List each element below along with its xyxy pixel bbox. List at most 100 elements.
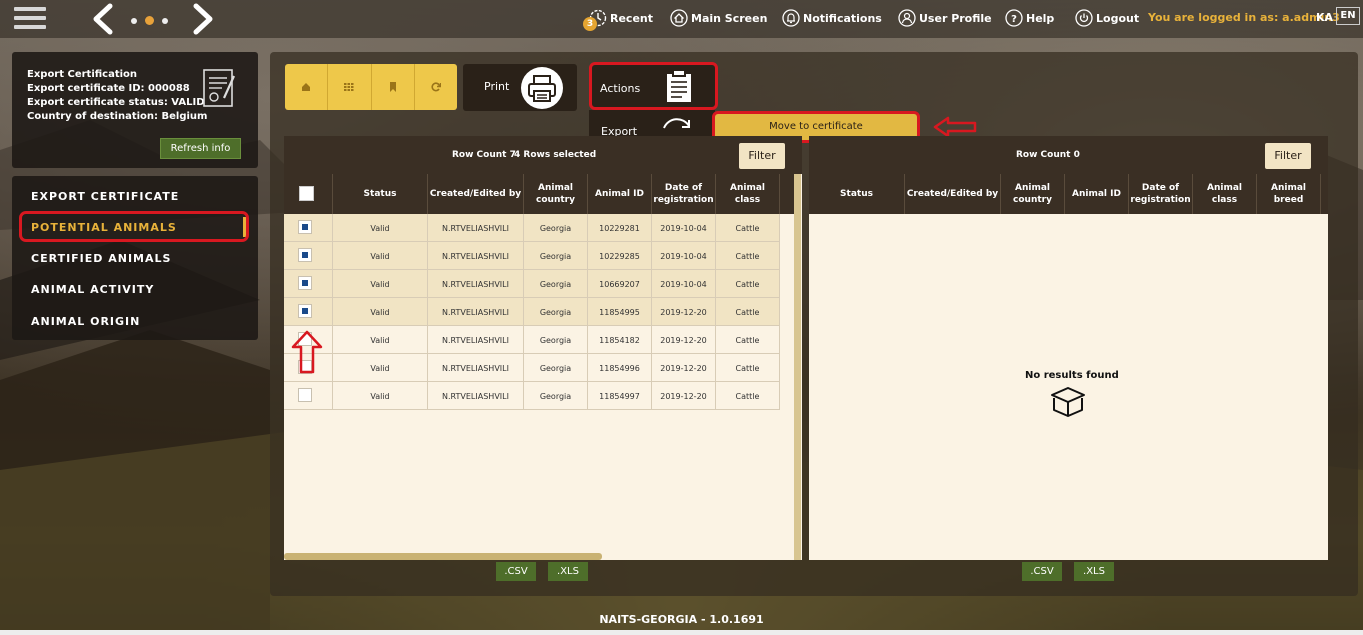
table-row[interactable]: Valid N.RTVELIASHVILI Georgia 10229285 2019-… <box>284 242 780 270</box>
logout-link[interactable]: Logout <box>1075 7 1139 29</box>
table-row[interactable]: Valid N.RTVELIASHVILI Georgia 11854996 2019-… <box>284 354 780 382</box>
table-row[interactable]: Valid N.RTVELIASHVILI Georgia 10669207 2019-… <box>284 270 780 298</box>
grid-toolbar-button[interactable] <box>328 64 372 110</box>
cell-created-by: N.RTVELIASHVILI <box>428 326 524 354</box>
cell-animal-country: Georgia <box>524 214 588 242</box>
help-link[interactable]: ? Help <box>1005 7 1054 29</box>
menu-item-animal-activity[interactable]: ANIMAL ACTIVITY <box>31 283 154 296</box>
cell-animal-country: Georgia <box>524 382 588 410</box>
user-icon <box>898 9 916 27</box>
cell-select <box>284 382 333 410</box>
bookmark-toolbar-button[interactable] <box>372 64 415 110</box>
navigation-dots-icon <box>127 14 177 26</box>
cell-animal-class: Cattle <box>716 354 780 382</box>
home-toolbar-button[interactable] <box>285 64 329 110</box>
clipboard-icon <box>665 69 693 104</box>
right-export-csv-button[interactable]: .CSV <box>1022 562 1062 581</box>
select-all-checkbox[interactable] <box>299 186 314 201</box>
cell-date-of-registration: 2019-12-20 <box>652 298 716 326</box>
left-export-xls-button[interactable]: .XLS <box>548 562 588 581</box>
column-status[interactable]: Status <box>809 174 905 214</box>
horizontal-scrollbar[interactable] <box>284 553 602 560</box>
row-count: Row Count 7 <box>452 150 516 160</box>
language-en[interactable]: EN <box>1336 7 1360 25</box>
column-animal-breed[interactable]: Animal breed <box>1257 174 1321 214</box>
row-checkbox[interactable] <box>298 276 312 290</box>
forward-arrow-icon[interactable] <box>190 2 218 36</box>
cell-animal-class: Cattle <box>716 270 780 298</box>
column-animal-country[interactable]: Animal country <box>1001 174 1065 214</box>
cell-created-by: N.RTVELIASHVILI <box>428 354 524 382</box>
grid-header-bar: Row Count 0 Filter <box>809 136 1328 174</box>
column-animal-class[interactable]: Animal class <box>1193 174 1257 214</box>
refresh-toolbar-button[interactable] <box>415 64 457 110</box>
cell-animal-id: 10669207 <box>588 270 652 298</box>
cell-date-of-registration: 2019-10-04 <box>652 270 716 298</box>
column-animal-id[interactable]: Animal ID <box>588 174 652 214</box>
cell-status: Valid <box>333 382 428 410</box>
left-export-csv-button[interactable]: .CSV <box>496 562 536 581</box>
filter-button[interactable]: Filter <box>1265 143 1311 169</box>
filter-button[interactable]: Filter <box>739 143 785 169</box>
notifications-link[interactable]: Notifications <box>782 7 882 29</box>
cell-status: Valid <box>333 326 428 354</box>
certificate-icon <box>203 69 236 107</box>
cell-created-by: N.RTVELIASHVILI <box>428 298 524 326</box>
refresh-info-button[interactable]: Refresh info <box>160 138 241 159</box>
cell-animal-class: Cattle <box>716 326 780 354</box>
info-certificate-status: Export certificate status: VALID <box>27 97 205 108</box>
hamburger-menu-icon[interactable] <box>14 7 46 33</box>
bottom-strip <box>0 630 1363 635</box>
home-icon <box>302 83 311 91</box>
menu-item-certified-animals[interactable]: CERTIFIED ANIMALS <box>31 252 171 265</box>
column-animal-country[interactable]: Animal country <box>524 174 588 214</box>
recent-link[interactable]: 3 Recent <box>583 7 654 31</box>
cell-date-of-registration: 2019-12-20 <box>652 382 716 410</box>
info-certificate-id: Export certificate ID: 000088 <box>27 83 190 94</box>
column-created-by[interactable]: Created/Edited by <box>905 174 1001 214</box>
table-row[interactable]: Valid N.RTVELIASHVILI Georgia 11854182 2019-… <box>284 326 780 354</box>
power-icon <box>1075 9 1093 27</box>
column-animal-id[interactable]: Animal ID <box>1065 174 1129 214</box>
row-checkbox[interactable] <box>298 388 312 402</box>
cell-animal-class: Cattle <box>716 298 780 326</box>
cell-created-by: N.RTVELIASHVILI <box>428 270 524 298</box>
language-ka[interactable]: KA <box>1316 11 1333 24</box>
cell-created-by: N.RTVELIASHVILI <box>428 214 524 242</box>
cell-animal-country: Georgia <box>524 354 588 382</box>
table-row[interactable]: Valid N.RTVELIASHVILI Georgia 11854995 2019-… <box>284 298 780 326</box>
cell-animal-country: Georgia <box>524 326 588 354</box>
row-checkbox[interactable] <box>298 220 312 234</box>
annotation-highlight-menu <box>19 211 249 242</box>
menu-item-export-certificate[interactable]: EXPORT CERTIFICATE <box>31 190 179 203</box>
column-created-by[interactable]: Created/Edited by <box>428 174 524 214</box>
printer-icon <box>521 67 563 109</box>
row-checkbox[interactable] <box>298 248 312 262</box>
user-profile-link[interactable]: User Profile <box>898 7 992 29</box>
recent-badge: 3 <box>583 17 597 31</box>
row-checkbox[interactable] <box>298 304 312 318</box>
print-button[interactable]: Print <box>463 64 577 111</box>
cell-animal-id: 10229285 <box>588 242 652 270</box>
column-status[interactable]: Status <box>333 174 428 214</box>
column-date-of-registration[interactable]: Date of registration <box>1129 174 1193 214</box>
main-screen-link[interactable]: Main Screen <box>670 7 767 29</box>
back-arrow-icon[interactable] <box>88 2 116 36</box>
recent-label: Recent <box>610 11 654 25</box>
right-export-xls-button[interactable]: .XLS <box>1074 562 1114 581</box>
cell-status: Valid <box>333 354 428 382</box>
cell-status: Valid <box>333 214 428 242</box>
column-animal-class[interactable]: Animal class <box>716 174 780 214</box>
grid-header-bar: Row Count 7 4 Rows selected Filter <box>284 136 802 174</box>
cell-animal-id: 11854182 <box>588 326 652 354</box>
cell-animal-class: Cattle <box>716 214 780 242</box>
vertical-scrollbar[interactable] <box>794 174 801 560</box>
logged-in-user: You are logged in as: a.admin3 <box>1148 11 1340 24</box>
menu-item-animal-origin[interactable]: ANIMAL ORIGIN <box>31 315 140 328</box>
cell-animal-id: 11854995 <box>588 298 652 326</box>
table-row[interactable]: Valid N.RTVELIASHVILI Georgia 11854997 2019-… <box>284 382 780 410</box>
table-row[interactable]: Valid N.RTVELIASHVILI Georgia 10229281 2019-… <box>284 214 780 242</box>
grid-icon <box>344 83 354 91</box>
column-date-of-registration[interactable]: Date of registration <box>652 174 716 214</box>
actions-button[interactable]: Actions <box>589 62 718 110</box>
